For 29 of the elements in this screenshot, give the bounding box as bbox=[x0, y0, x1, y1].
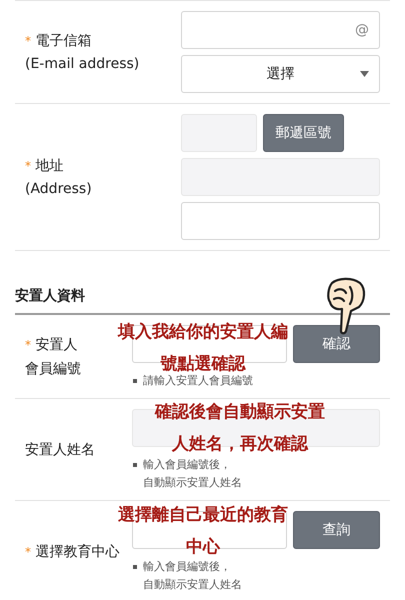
annotation-text: 人姓名，再次確認 bbox=[172, 433, 308, 455]
field-label: * 地址 bbox=[25, 157, 64, 175]
caret-icon bbox=[360, 71, 369, 77]
action-button[interactable]: 確認 bbox=[293, 325, 380, 363]
help-text: 請輸入安置人會員編號 bbox=[143, 373, 253, 388]
annotation-text: 確認後會自動顯示安置 bbox=[155, 401, 325, 423]
address-detail-field[interactable] bbox=[181, 202, 380, 240]
field-sublabel: (E-mail address) bbox=[25, 56, 140, 72]
domain-select[interactable]: 選擇 bbox=[181, 55, 380, 93]
help-text: 輸入會員編號後， bbox=[143, 457, 231, 472]
email-field[interactable]: @ bbox=[181, 11, 380, 49]
help-text: 自動顯示安置人姓名 bbox=[143, 475, 242, 490]
field-sublabel: (Address) bbox=[25, 181, 93, 197]
field-label: * 電子信箱 bbox=[25, 32, 92, 50]
help-text: 輸入會員編號後， bbox=[143, 559, 231, 574]
action-button[interactable]: 查詢 bbox=[293, 511, 380, 549]
at-sign: @ bbox=[355, 22, 369, 38]
address-field[interactable] bbox=[181, 158, 380, 196]
annotation-text: 號點選確認 bbox=[160, 353, 246, 374]
annotation-text: 選擇離自己最近的教育 bbox=[118, 504, 288, 526]
field-label: * 選擇教育中心 bbox=[25, 542, 120, 560]
annotation-text: 中心 bbox=[186, 536, 220, 558]
field-sublabel: 會員編號 bbox=[25, 360, 82, 378]
field-label: 安置人姓名 bbox=[25, 440, 96, 458]
zip-code-field[interactable] bbox=[181, 114, 257, 152]
zip-code-button[interactable]: 郵遞區號 bbox=[263, 114, 344, 152]
field-label: * 安置人 bbox=[25, 336, 78, 354]
annotation-text: 填入我給你的安置人編 bbox=[118, 321, 288, 343]
help-text: 自動顯示安置人姓名 bbox=[143, 577, 242, 592]
